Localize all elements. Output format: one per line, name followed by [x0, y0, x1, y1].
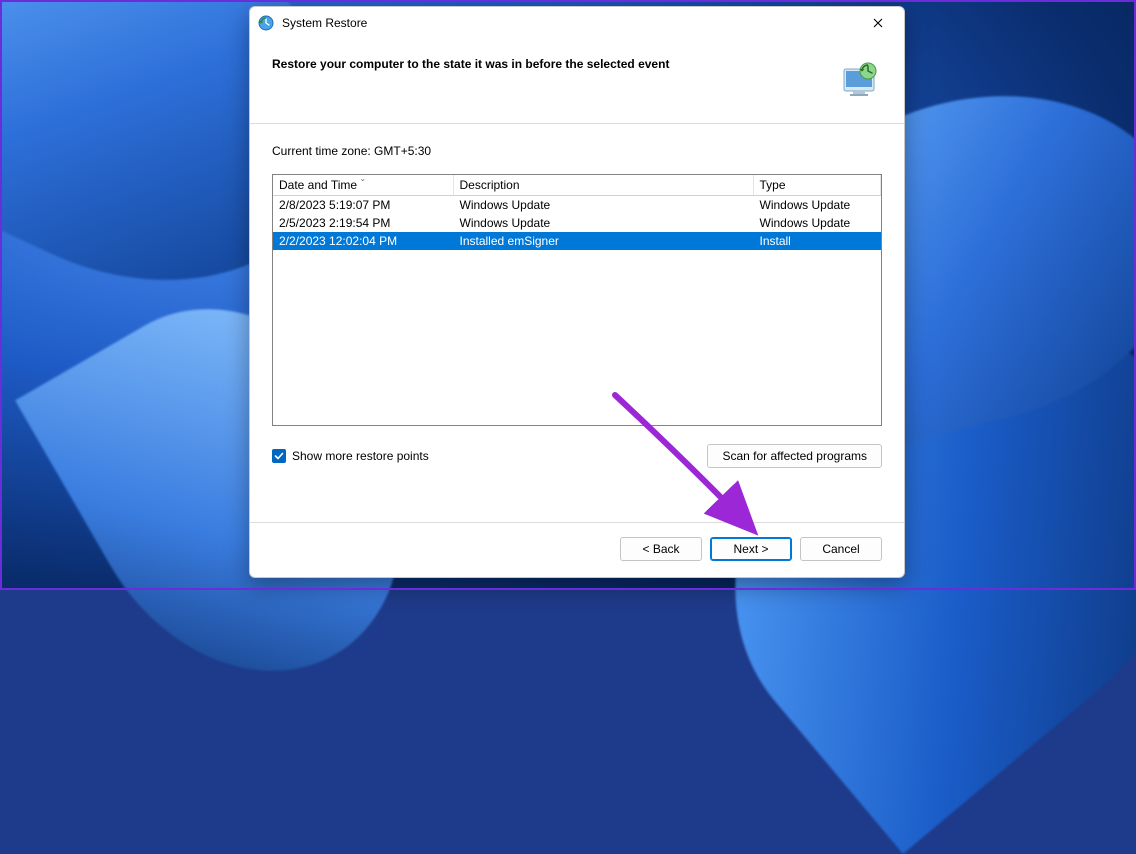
- table-row-empty: [273, 268, 881, 286]
- cell-type: Install: [753, 232, 881, 250]
- sort-descending-icon: ⌄: [359, 174, 366, 183]
- timezone-label: Current time zone: GMT+5:30: [272, 144, 882, 158]
- table-row-empty: [273, 358, 881, 376]
- page-heading: Restore your computer to the state it wa…: [272, 57, 826, 71]
- table-row-empty: [273, 340, 881, 358]
- cell-type: Windows Update: [753, 214, 881, 232]
- show-more-checkbox[interactable]: Show more restore points: [272, 449, 429, 463]
- cell-type: Windows Update: [753, 196, 881, 214]
- body-section: Current time zone: GMT+5:30 Date and Tim…: [250, 124, 904, 522]
- checkbox-label: Show more restore points: [292, 449, 429, 463]
- scan-affected-button[interactable]: Scan for affected programs: [707, 444, 882, 468]
- table-row[interactable]: 2/5/2023 2:19:54 PMWindows UpdateWindows…: [273, 214, 881, 232]
- table-row-empty: [273, 304, 881, 322]
- header-section: Restore your computer to the state it wa…: [250, 39, 904, 124]
- system-restore-icon: [258, 15, 274, 31]
- cell-date: 2/8/2023 5:19:07 PM: [273, 196, 453, 214]
- window-title: System Restore: [282, 16, 367, 30]
- checkbox-icon: [272, 449, 286, 463]
- cancel-button[interactable]: Cancel: [800, 537, 882, 561]
- cell-description: Windows Update: [453, 196, 753, 214]
- table-row-empty: [273, 286, 881, 304]
- next-button[interactable]: Next >: [710, 537, 792, 561]
- table-row[interactable]: 2/8/2023 5:19:07 PMWindows UpdateWindows…: [273, 196, 881, 214]
- cell-description: Installed emSigner: [453, 232, 753, 250]
- table-row-empty: [273, 322, 881, 340]
- restore-points-table[interactable]: Date and Time ⌄ Description Type 2/8/202…: [272, 174, 882, 426]
- table-row-empty: [273, 250, 881, 268]
- system-restore-dialog: System Restore Restore your computer to …: [249, 6, 905, 578]
- table-row-empty: [273, 394, 881, 412]
- cell-date: 2/5/2023 2:19:54 PM: [273, 214, 453, 232]
- close-icon: [873, 18, 883, 28]
- footer-buttons: < Back Next > Cancel: [250, 522, 904, 577]
- table-row-empty: [273, 412, 881, 427]
- cell-description: Windows Update: [453, 214, 753, 232]
- table-row[interactable]: 2/2/2023 12:02:04 PMInstalled emSignerIn…: [273, 232, 881, 250]
- table-row-empty: [273, 376, 881, 394]
- below-table-row: Show more restore points Scan for affect…: [272, 444, 882, 468]
- column-header-date[interactable]: Date and Time ⌄: [273, 175, 453, 196]
- titlebar[interactable]: System Restore: [250, 7, 904, 39]
- back-button[interactable]: < Back: [620, 537, 702, 561]
- column-header-description[interactable]: Description: [453, 175, 753, 196]
- restore-monitor-icon: [838, 57, 882, 101]
- close-button[interactable]: [856, 8, 900, 38]
- column-header-type[interactable]: Type: [753, 175, 881, 196]
- cell-date: 2/2/2023 12:02:04 PM: [273, 232, 453, 250]
